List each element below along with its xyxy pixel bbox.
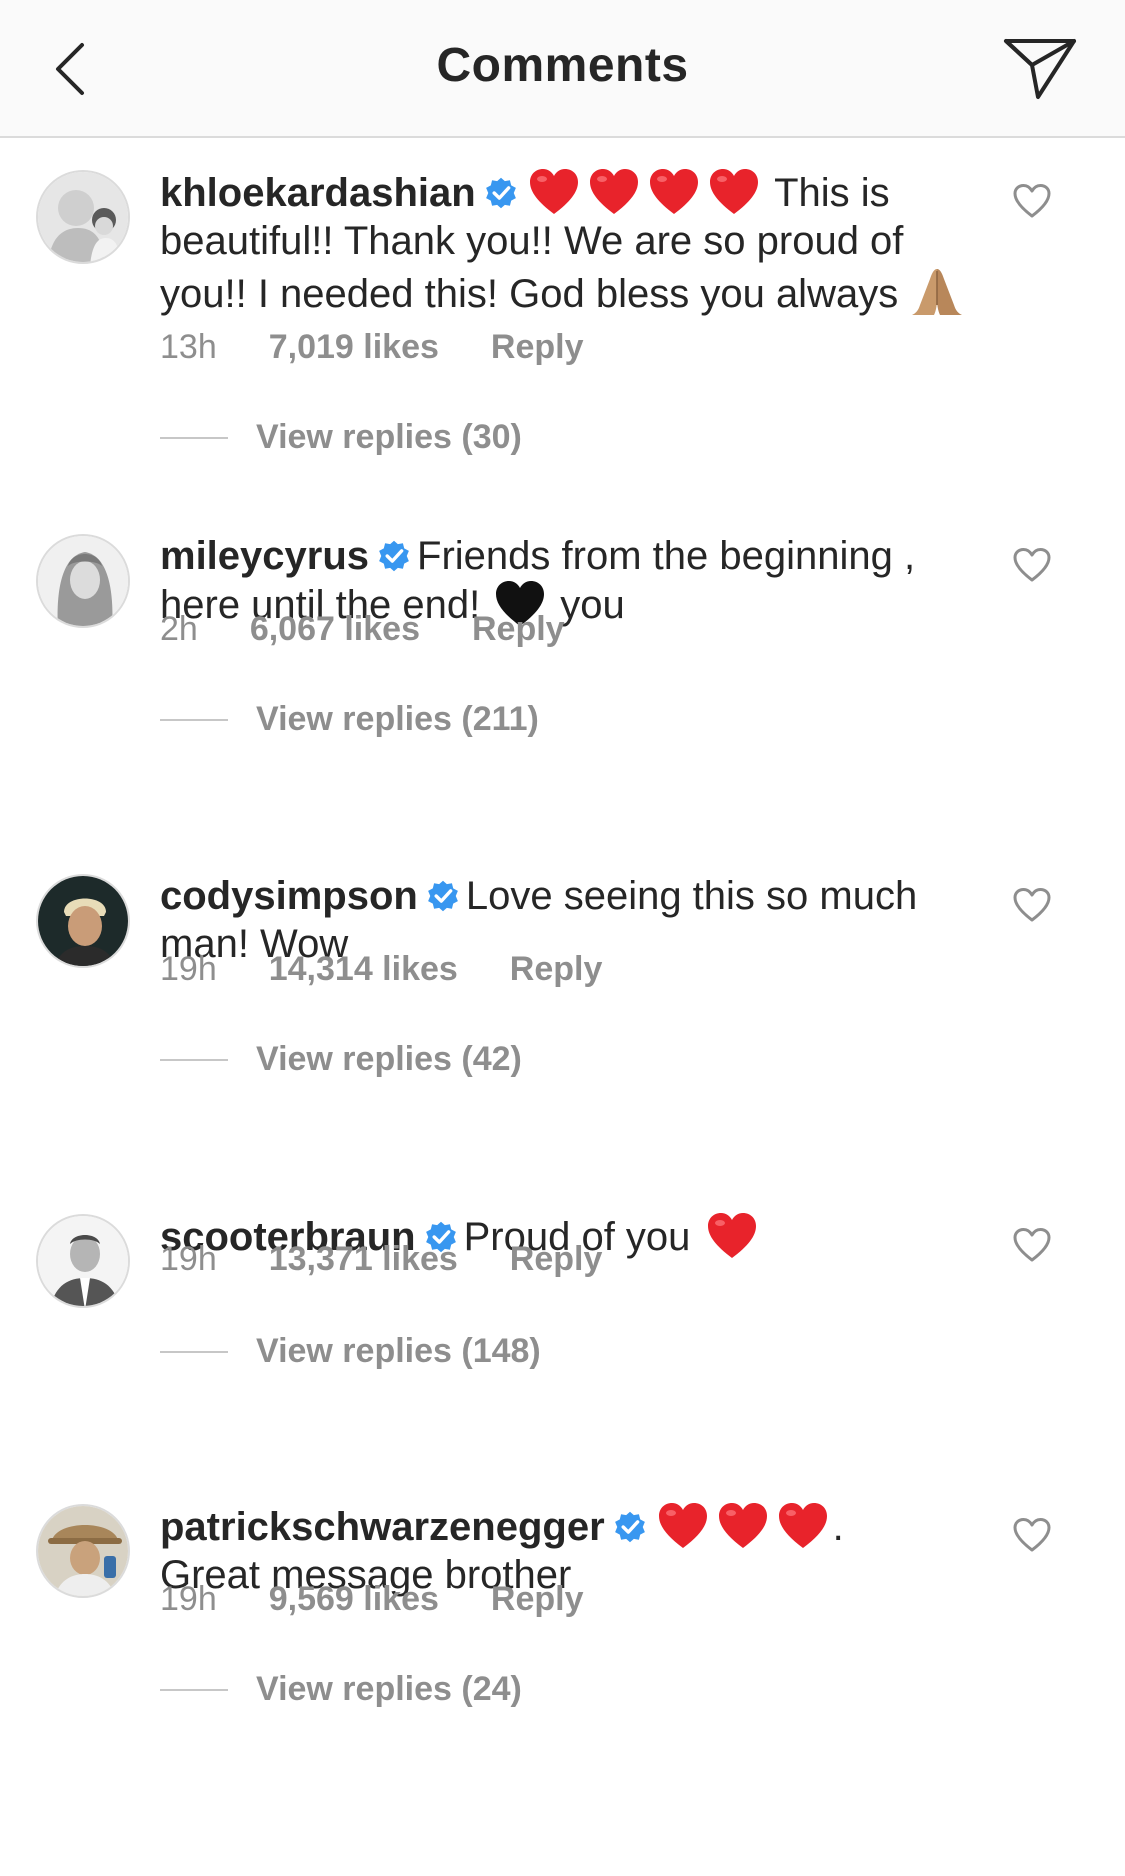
comment-item: scooterbraun Proud of you 19h 13,371 like…: [0, 1182, 1125, 1442]
red-heart-emoji-icon: [588, 168, 640, 216]
view-replies-button[interactable]: View replies (42): [160, 1040, 522, 1079]
comment-timestamp[interactable]: 19h: [160, 1580, 217, 1619]
heart-outline-icon: [1012, 887, 1052, 923]
view-replies-label: View replies (148): [256, 1332, 541, 1370]
comment-likes[interactable]: 14,314 likes: [269, 950, 458, 989]
comment-text: khloekardashian This is beautiful!! Than…: [160, 168, 980, 319]
view-replies-button[interactable]: View replies (148): [160, 1332, 541, 1371]
comment-username[interactable]: khloekardashian: [160, 171, 476, 215]
share-button[interactable]: [995, 28, 1085, 108]
avatar[interactable]: [36, 874, 130, 968]
comment-item: khloekardashian This is beautiful!! Than…: [0, 138, 1125, 478]
divider-line: [160, 436, 228, 439]
red-heart-emoji-icon: [648, 168, 700, 216]
comment-meta: 19h 9,569 likes Reply: [160, 1580, 583, 1619]
comment-timestamp[interactable]: 13h: [160, 328, 217, 367]
verified-badge-icon: [426, 879, 460, 913]
red-heart-emoji-icon: [706, 1212, 758, 1260]
red-heart-emoji-icon: [777, 1502, 829, 1550]
divider-line: [160, 718, 228, 721]
reply-button[interactable]: Reply: [491, 328, 584, 367]
folded-hands-emoji-icon: [912, 269, 963, 315]
comment-username[interactable]: codysimpson: [160, 874, 418, 918]
comment-likes[interactable]: 13,371 likes: [269, 1240, 458, 1279]
avatar[interactable]: [36, 534, 130, 628]
comment-meta: 19h 13,371 likes Reply: [160, 1240, 602, 1279]
view-replies-button[interactable]: View replies (30): [160, 418, 522, 457]
heart-outline-icon: [1012, 1517, 1052, 1553]
divider-line: [160, 1688, 228, 1691]
reply-button[interactable]: Reply: [510, 950, 603, 989]
reply-button[interactable]: Reply: [472, 610, 565, 649]
comment-body-end: you: [560, 583, 625, 627]
comment-item: patrickschwarzenegger. Great message brot…: [0, 1472, 1125, 1812]
reply-button[interactable]: Reply: [491, 1580, 584, 1619]
like-comment-button[interactable]: [1007, 1510, 1057, 1560]
view-replies-button[interactable]: View replies (24): [160, 1670, 522, 1709]
like-comment-button[interactable]: [1007, 880, 1057, 930]
divider-line: [160, 1058, 228, 1061]
comment-meta: 13h 7,019 likes Reply: [160, 328, 583, 367]
red-heart-emoji-icon: [528, 168, 580, 216]
page-title: Comments: [436, 39, 689, 92]
reply-button[interactable]: Reply: [510, 1240, 603, 1279]
red-heart-emoji-icon: [657, 1502, 709, 1550]
view-replies-label: View replies (30): [256, 418, 522, 456]
comment-timestamp[interactable]: 19h: [160, 1240, 217, 1279]
avatar[interactable]: [36, 1504, 130, 1598]
nav-header: Comments: [0, 0, 1125, 138]
view-replies-button[interactable]: View replies (211): [160, 700, 539, 739]
comment-body: .: [832, 1505, 844, 1549]
red-heart-emoji-icon: [708, 168, 760, 216]
like-comment-button[interactable]: [1007, 1220, 1057, 1270]
red-heart-emoji-icon: [717, 1502, 769, 1550]
avatar[interactable]: [36, 170, 130, 264]
like-comment-button[interactable]: [1007, 540, 1057, 590]
paper-plane-icon: [1004, 39, 1076, 99]
verified-badge-icon: [484, 176, 518, 210]
view-replies-label: View replies (24): [256, 1670, 522, 1708]
comment-timestamp[interactable]: 19h: [160, 950, 217, 989]
verified-badge-icon: [613, 1510, 647, 1544]
comment-meta: 19h 14,314 likes Reply: [160, 950, 602, 989]
comment-item: codysimpson Love seeing this so much man!…: [0, 842, 1125, 1142]
divider-line: [160, 1350, 228, 1353]
comment-username[interactable]: mileycyrus: [160, 534, 369, 578]
like-comment-button[interactable]: [1007, 176, 1057, 226]
comment-item: mileycyrus Friends from the beginning , h…: [0, 502, 1125, 802]
comment-likes[interactable]: 6,067 likes: [250, 610, 420, 649]
heart-outline-icon: [1012, 547, 1052, 583]
comment-timestamp[interactable]: 2h: [160, 610, 198, 649]
verified-badge-icon: [377, 539, 411, 573]
view-replies-label: View replies (42): [256, 1040, 522, 1078]
avatar[interactable]: [36, 1214, 130, 1308]
comment-meta: 2h 6,067 likes Reply: [160, 610, 565, 649]
heart-outline-icon: [1012, 183, 1052, 219]
heart-outline-icon: [1012, 1227, 1052, 1263]
comment-username[interactable]: patrickschwarzenegger: [160, 1505, 605, 1549]
view-replies-label: View replies (211): [256, 700, 539, 738]
comment-likes[interactable]: 7,019 likes: [269, 328, 439, 367]
comment-likes[interactable]: 9,569 likes: [269, 1580, 439, 1619]
